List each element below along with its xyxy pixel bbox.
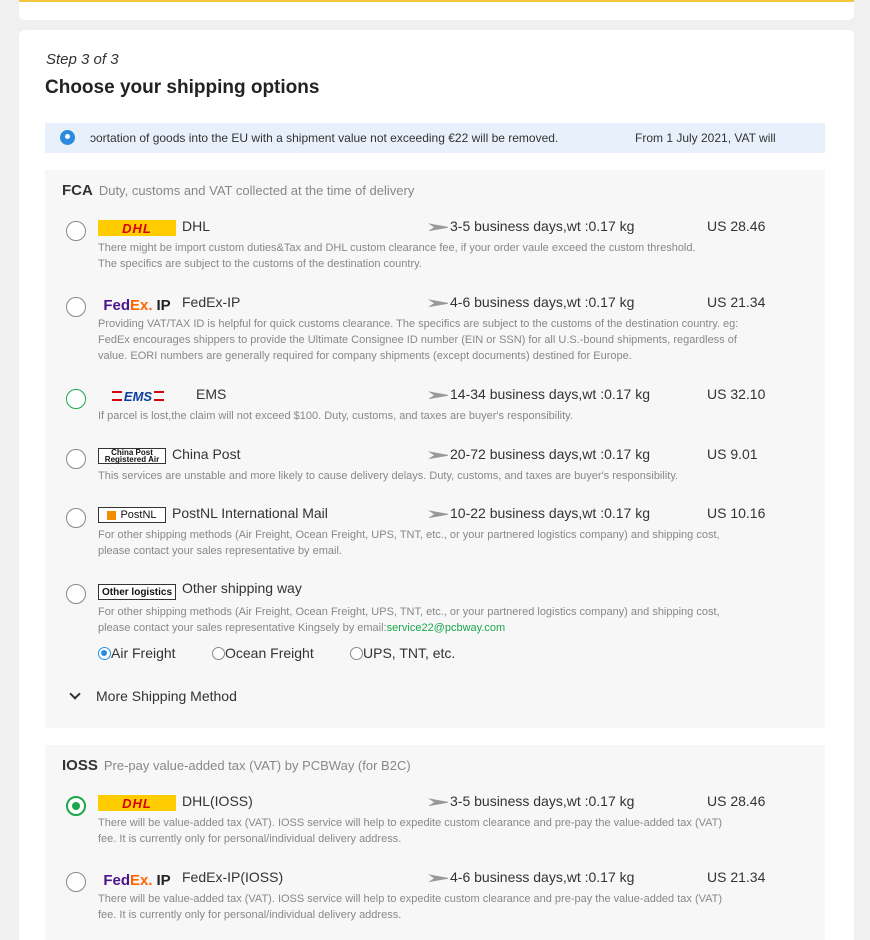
- carrier-name: DHL(IOSS): [182, 793, 253, 809]
- delivery-time: 3-5 business days,wt :0.17 kg: [428, 793, 634, 809]
- fca-code: FCA: [62, 182, 93, 199]
- fca-panel: FCA Duty, customs and VAT collected at th…: [45, 170, 825, 728]
- ioss-code: IOSS: [62, 757, 98, 774]
- radio-fedex-ip-ioss[interactable]: [66, 872, 86, 892]
- carrier-name: FedEx-IP(IOSS): [182, 869, 284, 885]
- page-title: Choose your shipping options: [45, 77, 320, 98]
- price: US 21.34: [707, 869, 766, 885]
- fca-description: Duty, customs and VAT collected at the t…: [98, 183, 415, 198]
- dhl-logo-icon: DHL: [98, 795, 176, 811]
- option-note: There will be value-added tax (VAT). IOS…: [98, 893, 723, 921]
- price: US 32.10: [707, 386, 766, 402]
- delivery-time: 10-22 business days,wt :0.17 kg: [428, 505, 650, 521]
- ioss-panel: IOSS Pre-pay value-added tax (VAT) by PCB…: [45, 745, 825, 940]
- notice-text-next: From 1 July 2021, VAT will: [635, 131, 776, 145]
- delivery-time: 4-6 business days,wt :0.17 kg: [428, 869, 634, 885]
- step-indicator: Step 3 of 3: [46, 51, 119, 68]
- delivery-time: 14-34 business days,wt :0.17 kg: [428, 386, 650, 402]
- fedex-logo-icon: Fed Ex. IP: [103, 871, 171, 889]
- carrier-name: FedEx-IP: [182, 294, 241, 310]
- freight-air[interactable]: Air Freight: [98, 645, 176, 661]
- sales-email-link[interactable]: service22@pcbway.com: [387, 622, 506, 634]
- option-note: There might be import custom duties&Tax …: [98, 242, 696, 270]
- plane-icon: [428, 223, 448, 232]
- radio-china-post[interactable]: [66, 449, 86, 469]
- more-shipping-method-toggle[interactable]: More Shipping Method: [69, 688, 237, 704]
- shipping-card: Step 3 of 3 Choose your shipping options…: [19, 30, 854, 940]
- china-post-logo-icon: China Post Registered Air: [98, 448, 166, 464]
- freight-ups-tnt[interactable]: UPS, TNT, etc.: [350, 645, 455, 661]
- delivery-time: 20-72 business days,wt :0.17 kg: [428, 446, 650, 462]
- radio-fedex-ip[interactable]: [66, 297, 86, 317]
- dhl-logo-icon: DHL: [98, 220, 176, 236]
- plane-icon: [428, 874, 448, 883]
- radio-dhl[interactable]: [66, 221, 86, 241]
- price: US 9.01: [707, 446, 758, 462]
- freight-ocean[interactable]: Ocean Freight: [212, 645, 314, 661]
- fedex-logo-icon: Fed Ex. IP: [103, 296, 171, 314]
- accent-border: [19, 0, 854, 2]
- carrier-name: EMS: [196, 386, 227, 402]
- option-note: Providing VAT/TAX ID is helpful for quic…: [98, 318, 739, 362]
- price: US 10.16: [707, 505, 766, 521]
- other-logistics-logo-icon: Other logistics: [98, 584, 176, 600]
- delivery-time: 3-5 business days,wt :0.17 kg: [428, 218, 634, 234]
- option-note: For other shipping methods (Air Freight,…: [98, 529, 720, 557]
- postnl-logo-icon: PostNL: [98, 507, 166, 523]
- fca-header: FCA Duty, customs and VAT collected at th…: [62, 182, 414, 200]
- radio-other[interactable]: [66, 584, 86, 604]
- option-note: If parcel is lost,the claim will not exc…: [98, 410, 573, 422]
- plane-icon: [428, 299, 448, 308]
- radio-dhl-ioss[interactable]: [66, 796, 86, 816]
- option-note: For other shipping methods (Air Freight,…: [98, 606, 720, 634]
- carrier-name: PostNL International Mail: [172, 505, 328, 521]
- location-pin-icon: [60, 130, 75, 145]
- price: US 28.46: [707, 793, 766, 809]
- option-note: This services are unstable and more like…: [98, 470, 679, 482]
- ems-logo-icon: EMS: [98, 388, 178, 404]
- radio-ems[interactable]: [66, 389, 86, 409]
- price: US 28.46: [707, 218, 766, 234]
- notice-text: ɔortation of goods into the EU with a sh…: [90, 131, 559, 145]
- previous-step-card: [19, 0, 854, 20]
- carrier-name: DHL: [182, 218, 211, 234]
- option-note: There will be value-added tax (VAT). IOS…: [98, 817, 723, 845]
- plane-icon: [428, 798, 448, 807]
- delivery-time: 4-6 business days,wt :0.17 kg: [428, 294, 634, 310]
- plane-icon: [428, 510, 448, 519]
- price: US 21.34: [707, 294, 766, 310]
- plane-icon: [428, 391, 448, 400]
- radio-postnl[interactable]: [66, 508, 86, 528]
- vat-notice-banner: ɔortation of goods into the EU with a sh…: [45, 123, 825, 153]
- carrier-name: China Post: [172, 446, 241, 462]
- plane-icon: [428, 451, 448, 460]
- ioss-description: Pre-pay value-added tax (VAT) by PCBWay …: [103, 758, 411, 773]
- chevron-down-icon: [69, 688, 81, 700]
- carrier-name: Other shipping way: [182, 580, 302, 596]
- ioss-header: IOSS Pre-pay value-added tax (VAT) by PCB…: [62, 757, 411, 775]
